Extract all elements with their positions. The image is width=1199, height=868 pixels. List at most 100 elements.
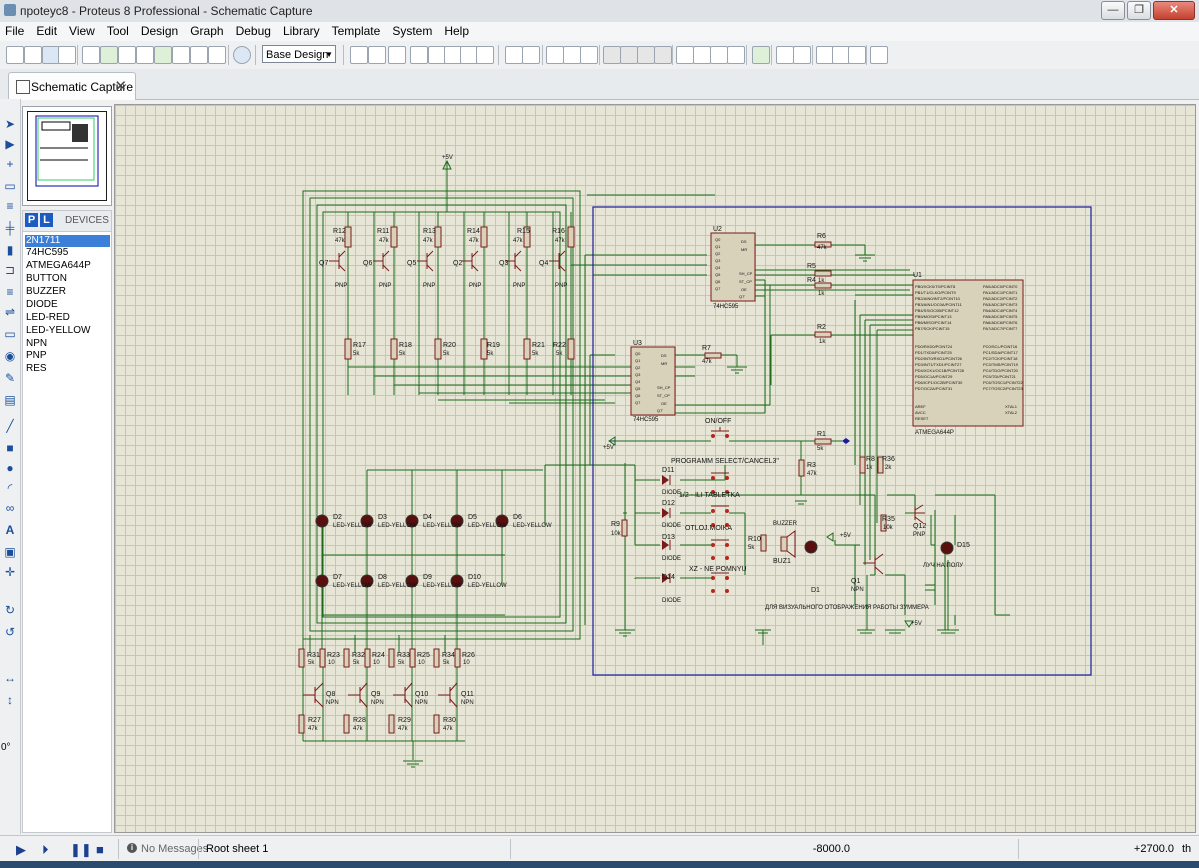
graph-mode-icon[interactable]: ⇌ [3, 305, 17, 319]
zoom-area-icon[interactable] [476, 46, 494, 64]
rotation-angle[interactable]: 0° [1, 742, 19, 753]
pan-icon[interactable] [410, 46, 428, 64]
pick-devices-button[interactable]: P [25, 213, 38, 227]
schematic-icon[interactable] [100, 46, 118, 64]
virtual-instruments-icon[interactable]: ▤ [3, 393, 17, 407]
open-folder-icon[interactable] [24, 46, 42, 64]
exit-to-parent-icon[interactable] [848, 46, 866, 64]
menu-design[interactable]: Design [136, 22, 185, 41]
pcb-layout-icon[interactable] [118, 46, 136, 64]
tape-recorder-icon[interactable]: ▭ [3, 327, 17, 341]
line-tool-icon[interactable]: ╱ [3, 419, 17, 433]
device-item[interactable]: RES [25, 363, 110, 375]
block-copy-icon[interactable] [603, 46, 621, 64]
junction-dot-icon[interactable]: + [3, 157, 17, 171]
home-icon[interactable] [82, 46, 100, 64]
block-rotate-icon[interactable] [637, 46, 655, 64]
device-item[interactable]: LED-YELLOW [25, 325, 110, 337]
menu-template[interactable]: Template [327, 22, 388, 41]
device-item[interactable]: PNP [25, 350, 110, 362]
step-icon[interactable]: ⏵ [42, 842, 49, 858]
paste-icon[interactable] [580, 46, 598, 64]
new-file-icon[interactable] [6, 46, 24, 64]
maximize-button[interactable]: ❐ [1127, 1, 1151, 20]
rotate-ccw-icon[interactable]: ↺ [3, 625, 17, 639]
menu-file[interactable]: File [0, 22, 31, 41]
menu-tool[interactable]: Tool [102, 22, 136, 41]
selection-mode-icon[interactable]: ➤ [3, 117, 17, 131]
circle-tool-icon[interactable]: ● [3, 461, 17, 475]
unit-toggle[interactable]: th [1182, 843, 1191, 855]
generator-icon[interactable]: ◉ [3, 349, 17, 363]
box-tool-icon[interactable]: ■ [3, 441, 17, 455]
wire-autorouter-icon[interactable] [752, 46, 770, 64]
marker-tool-icon[interactable]: ✛ [3, 565, 17, 579]
menu-view[interactable]: View [64, 22, 102, 41]
design-explorer-icon[interactable] [190, 46, 208, 64]
source-code-icon[interactable] [208, 46, 226, 64]
text-tool-icon[interactable]: A [3, 523, 17, 537]
bom-icon[interactable] [172, 46, 190, 64]
device-item[interactable]: LED-RED [25, 312, 110, 324]
block-delete-icon[interactable] [654, 46, 672, 64]
property-tool-icon[interactable] [793, 46, 811, 64]
help-icon[interactable] [233, 46, 251, 64]
voltage-probe-icon[interactable]: ✎ [3, 371, 17, 385]
device-item[interactable]: ATMEGA644P [25, 260, 110, 272]
menu-edit[interactable]: Edit [31, 22, 64, 41]
search-tag-icon[interactable] [776, 46, 794, 64]
library-manager-button[interactable]: L [40, 213, 53, 227]
device-pins-icon[interactable]: ≡ [3, 285, 17, 299]
path-tool-icon[interactable]: ∞ [3, 501, 17, 515]
redo-icon[interactable] [522, 46, 540, 64]
packaging-tool-icon[interactable] [710, 46, 728, 64]
refresh-icon[interactable] [350, 46, 368, 64]
close-window-button[interactable]: ✕ [1153, 1, 1195, 20]
minimize-button[interactable]: — [1101, 1, 1125, 20]
pause-icon[interactable]: ❚❚ [70, 842, 92, 858]
mirror-vertical-icon[interactable]: ↕ [3, 693, 17, 707]
menu-debug[interactable]: Debug [231, 22, 278, 41]
stop-icon[interactable]: ■ [96, 842, 104, 857]
cut-icon[interactable] [546, 46, 564, 64]
device-item[interactable]: DIODE [25, 299, 110, 311]
device-item[interactable]: 74HC595 [25, 247, 110, 259]
menu-library[interactable]: Library [278, 22, 327, 41]
text-script-icon[interactable]: ≡ [3, 199, 17, 213]
rotate-cw-icon[interactable]: ↻ [3, 603, 17, 617]
import-icon[interactable] [58, 46, 76, 64]
undo-icon[interactable] [505, 46, 523, 64]
subcircuit-icon[interactable]: ▮ [3, 243, 17, 257]
menu-graph[interactable]: Graph [185, 22, 230, 41]
wire-label-icon[interactable]: ▭ [3, 179, 17, 193]
device-item[interactable]: BUZZER [25, 286, 110, 298]
make-device-icon[interactable] [693, 46, 711, 64]
copy-icon[interactable] [563, 46, 581, 64]
block-move-icon[interactable] [620, 46, 638, 64]
play-icon[interactable]: ▶ [16, 842, 26, 858]
buses-icon[interactable]: ╪ [3, 221, 17, 235]
overview-window[interactable] [22, 106, 112, 206]
device-item[interactable]: BUTTON [25, 273, 110, 285]
menu-help[interactable]: Help [439, 22, 476, 41]
design-variant-select[interactable]: Base Design ▼ [262, 45, 336, 63]
tab-schematic-capture[interactable]: Schematic Capture ✕ [8, 72, 136, 100]
terminals-icon[interactable]: ⊐ [3, 263, 17, 277]
menu-system[interactable]: System [387, 22, 439, 41]
component-mode-icon[interactable]: ▶ [3, 137, 17, 151]
origin-icon[interactable] [388, 46, 406, 64]
pick-device-icon[interactable] [676, 46, 694, 64]
symbol-tool-icon[interactable]: ▣ [3, 545, 17, 559]
device-item[interactable]: 2N1711 [25, 235, 110, 247]
decompose-icon[interactable] [727, 46, 745, 64]
schematic-drawing[interactable]: +5V +5V R12 R11 R13 R14 R15 R16 47k 47k … [115, 105, 1195, 832]
netlist-icon[interactable] [870, 46, 888, 64]
device-item[interactable]: NPN [25, 338, 110, 350]
mirror-horizontal-icon[interactable]: ↔ [3, 671, 17, 685]
3d-view-icon[interactable] [136, 46, 154, 64]
arc-tool-icon[interactable]: ◜ [3, 481, 17, 495]
overview-viewport[interactable] [27, 111, 107, 201]
gerber-icon[interactable] [154, 46, 172, 64]
grid-toggle-icon[interactable] [368, 46, 386, 64]
schematic-canvas[interactable]: +5V +5V R12 R11 R13 R14 R15 R16 47k 47k … [114, 104, 1196, 833]
